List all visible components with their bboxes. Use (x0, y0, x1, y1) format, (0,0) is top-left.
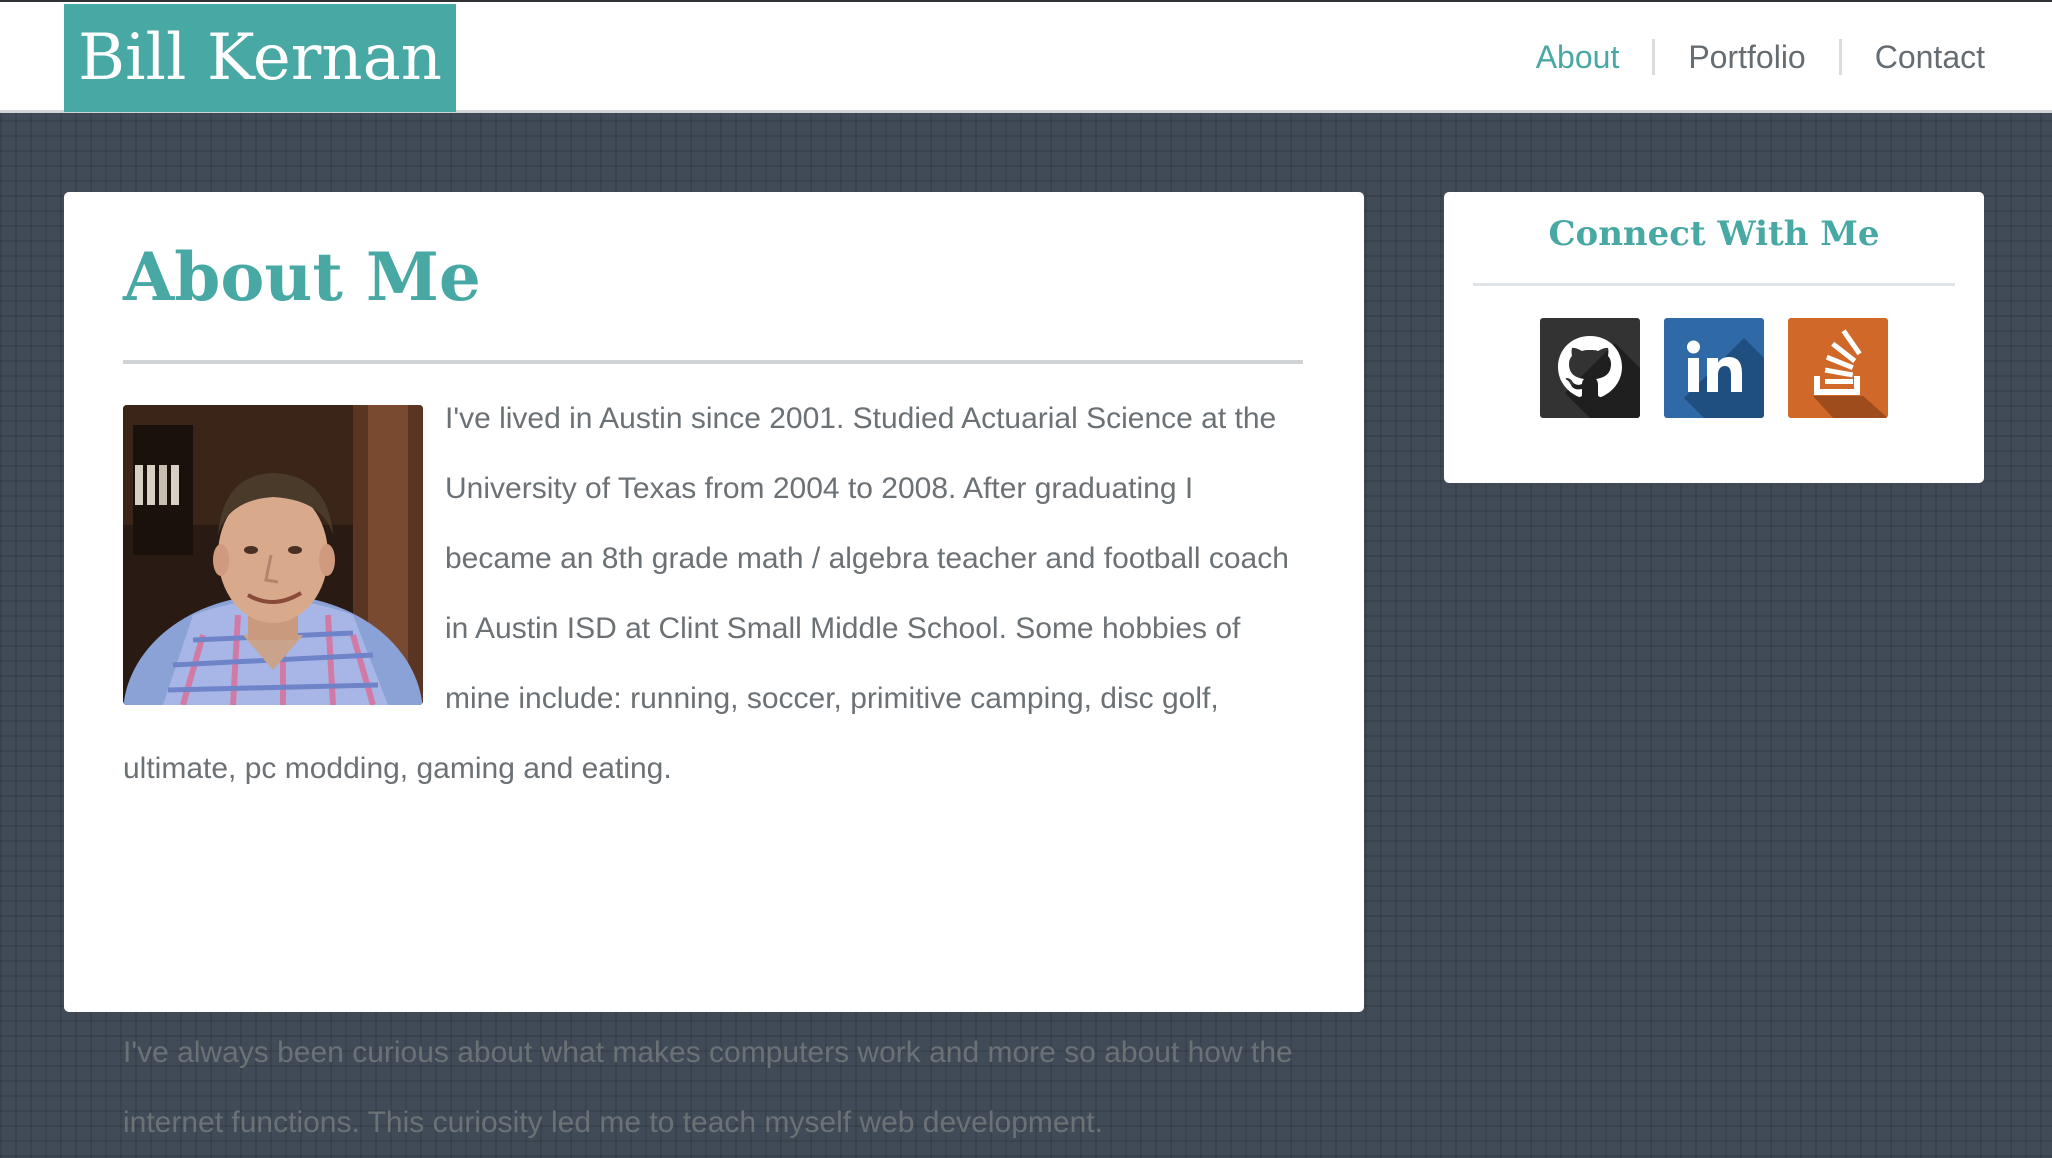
bio-paragraph-2: I've always been curious about what make… (123, 1036, 1293, 1139)
bio-paragraph-1: I've lived in Austin since 2001. Studied… (123, 384, 1303, 804)
connect-title: Connect With Me (1548, 214, 1880, 254)
nav-divider (1652, 39, 1656, 75)
nav-about-link[interactable]: About (1536, 39, 1620, 76)
photo-spacer (123, 384, 445, 684)
nav-portfolio-link[interactable]: Portfolio (1688, 39, 1805, 76)
page-title: About Me (123, 238, 481, 316)
stackoverflow-link[interactable] (1788, 318, 1888, 418)
nav-contact-link[interactable]: Contact (1875, 39, 1985, 76)
stackoverflow-icon (1788, 318, 1888, 418)
main-nav: About Portfolio Contact (1536, 2, 1985, 112)
github-icon (1540, 318, 1640, 418)
nav-divider (1838, 39, 1842, 75)
about-card: About Me I've lived in Austin since 2001… (64, 192, 1364, 1139)
site-header: Bill Kernan About Portfolio Contact (0, 0, 2052, 113)
github-link[interactable] (1540, 318, 1640, 418)
connect-divider (1473, 283, 1955, 286)
connect-card: Connect With Me (1444, 192, 1984, 483)
title-divider (123, 360, 1303, 364)
linkedin-icon (1664, 318, 1764, 418)
linkedin-link[interactable] (1664, 318, 1764, 418)
site-logo-link[interactable]: Bill Kernan (64, 4, 456, 112)
